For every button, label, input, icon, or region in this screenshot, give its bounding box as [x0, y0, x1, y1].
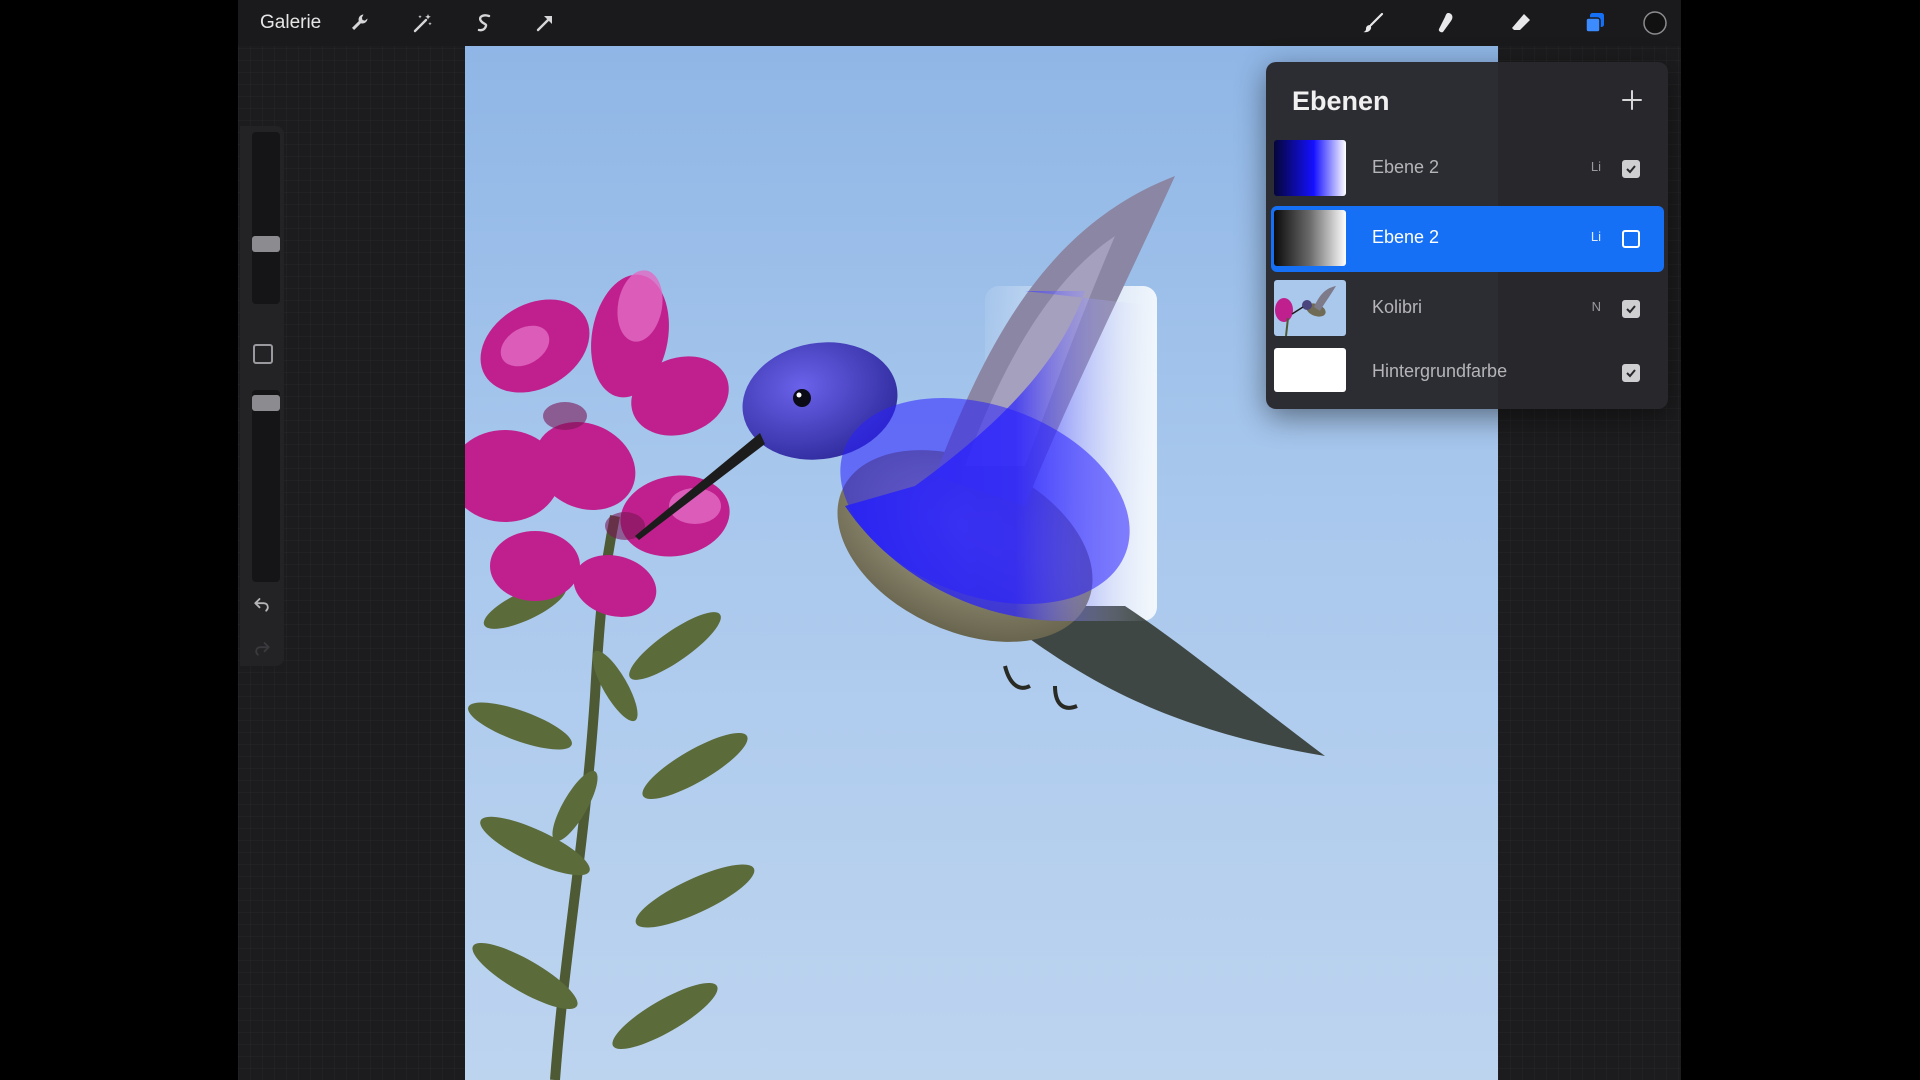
- layer-name: Hintergrundfarbe: [1372, 361, 1508, 381]
- eraser-icon[interactable]: [1506, 8, 1536, 38]
- layer-name: Ebene 2: [1372, 227, 1440, 247]
- procreate-app: Galerie Ebenen Ebene 2 Li Ebene 2 Li Kol…: [238, 0, 1681, 1080]
- checkmark-icon: [1626, 305, 1636, 314]
- top-toolbar: Galerie: [238, 0, 1681, 46]
- smudge-icon[interactable]: [1431, 8, 1461, 38]
- wrench-icon[interactable]: [346, 8, 376, 38]
- layer-row-kolibri[interactable]: Kolibri N: [1271, 276, 1664, 342]
- layer-blend-mode[interactable]: Li: [1591, 159, 1601, 174]
- layers-icon[interactable]: [1580, 8, 1610, 38]
- opacity-slider[interactable]: [252, 390, 280, 582]
- checkmark-icon: [1626, 369, 1636, 378]
- layer-row-ebene-2-selected[interactable]: Ebene 2 Li: [1271, 206, 1664, 272]
- brush-size-slider-thumb[interactable]: [252, 236, 280, 252]
- layer-visibility-checkbox[interactable]: [1622, 230, 1640, 248]
- layer-blend-mode[interactable]: N: [1592, 299, 1601, 314]
- brush-size-slider[interactable]: [252, 132, 280, 304]
- undo-icon: [254, 598, 269, 612]
- layer-visibility-checkbox[interactable]: [1622, 300, 1640, 318]
- checkmark-icon: [1626, 165, 1636, 174]
- opacity-slider-thumb[interactable]: [252, 395, 280, 411]
- gallery-button[interactable]: Galerie: [260, 12, 321, 34]
- redo-icon: [255, 642, 270, 656]
- left-sidebar: [240, 126, 284, 666]
- layers-panel: Ebenen Ebene 2 Li Ebene 2 Li Kolibri N H…: [1266, 62, 1668, 409]
- plus-icon: [1622, 90, 1642, 110]
- undo-button[interactable]: [250, 592, 274, 616]
- brush-icon[interactable]: [1358, 8, 1388, 38]
- magic-wand-icon[interactable]: [408, 8, 438, 38]
- layer-visibility-checkbox[interactable]: [1622, 364, 1640, 382]
- kolibri-thumbnail-image: [1275, 286, 1336, 336]
- layer-row-ebene-2-top[interactable]: Ebene 2 Li: [1271, 136, 1664, 202]
- selection-icon[interactable]: [469, 8, 499, 38]
- layer-thumbnail: [1274, 140, 1346, 196]
- color-swatch-icon[interactable]: [1640, 8, 1670, 38]
- redo-button[interactable]: [250, 636, 274, 660]
- layer-thumbnail: [1274, 210, 1346, 266]
- layer-visibility-checkbox[interactable]: [1622, 160, 1640, 178]
- layer-thumbnail: [1274, 348, 1346, 392]
- layers-panel-title: Ebenen: [1292, 86, 1390, 116]
- transform-arrow-icon[interactable]: [530, 8, 560, 38]
- modify-button[interactable]: [253, 344, 273, 364]
- add-layer-button[interactable]: [1616, 84, 1648, 116]
- layer-blend-mode[interactable]: Li: [1591, 229, 1601, 244]
- layer-thumbnail: [1274, 280, 1346, 336]
- layer-name: Ebene 2: [1372, 157, 1440, 177]
- layer-name: Kolibri: [1372, 297, 1423, 317]
- layer-row-hintergrundfarbe[interactable]: Hintergrundfarbe: [1271, 340, 1664, 406]
